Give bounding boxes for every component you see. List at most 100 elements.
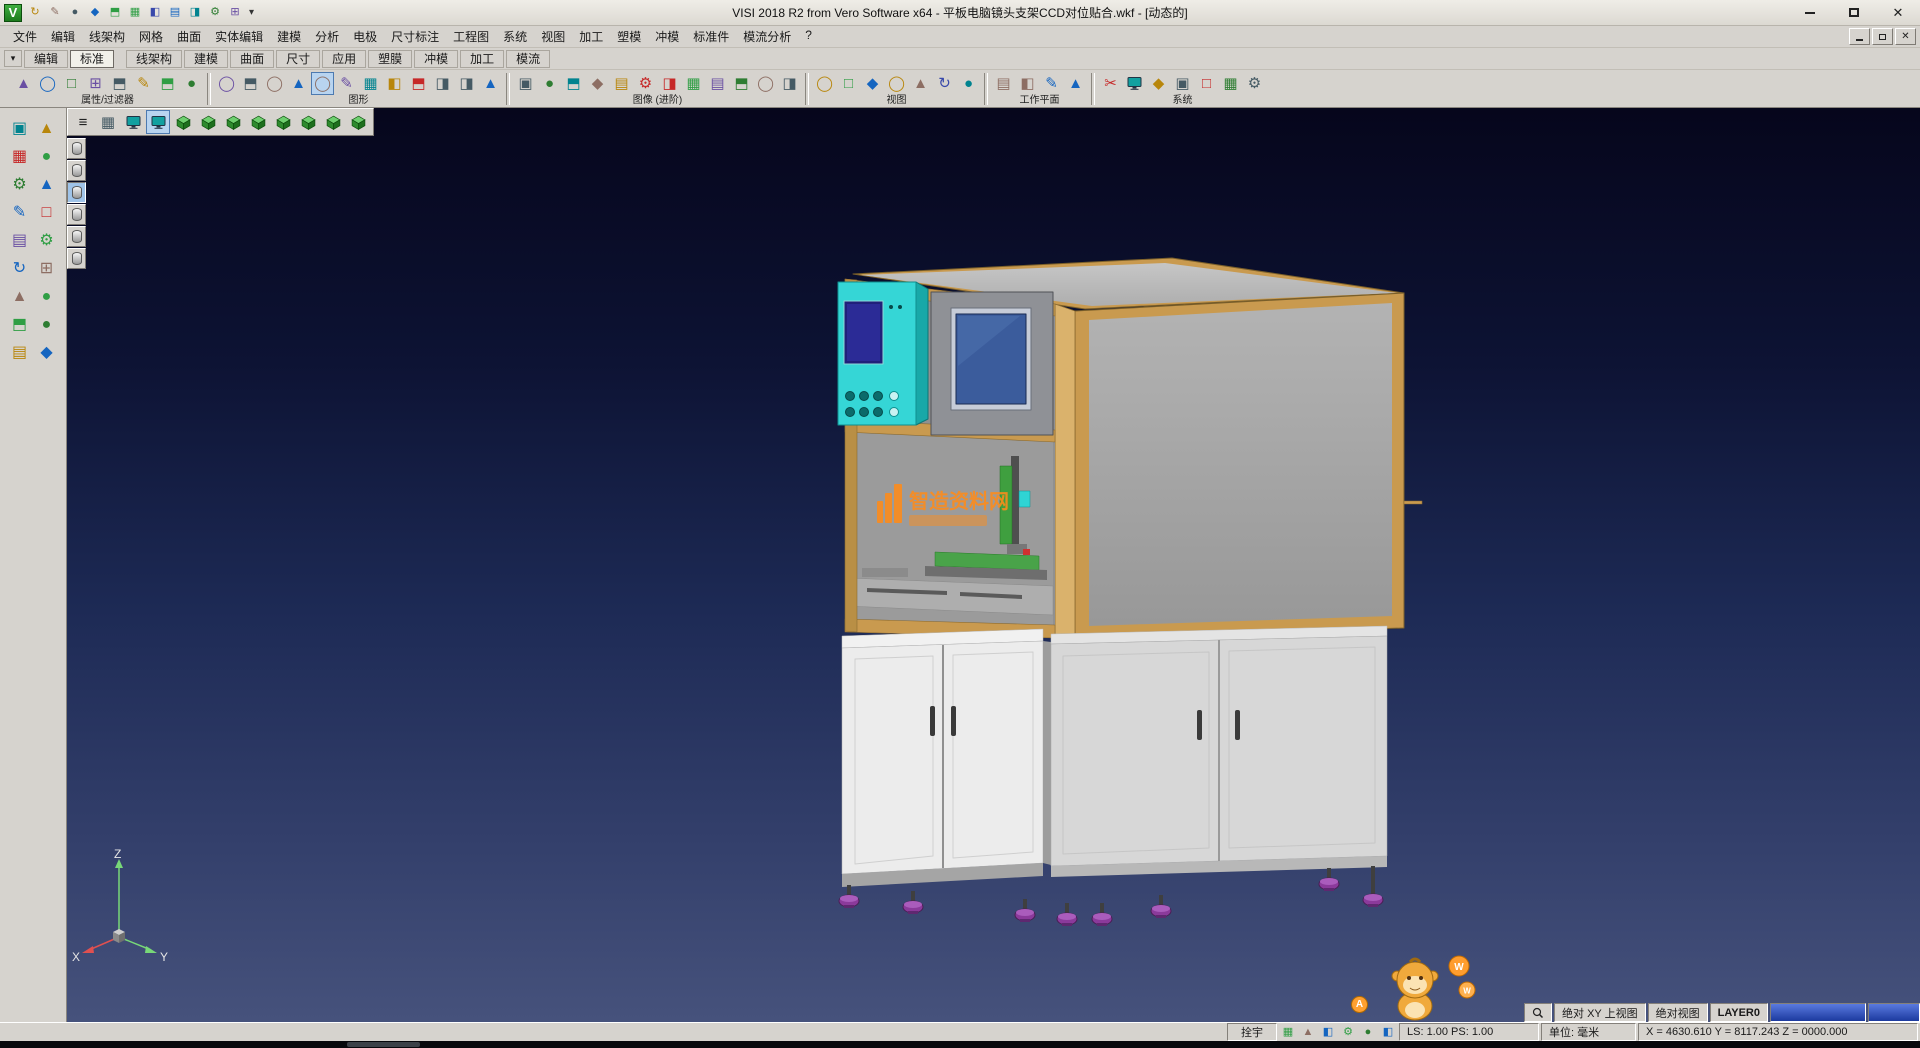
menu-item-网格[interactable]: 网格 [132,26,170,47]
menu-item-编辑[interactable]: 编辑 [44,26,82,47]
tab-模流[interactable]: 模流 [506,50,550,68]
solid-slot-4-icon[interactable] [67,204,86,225]
options-icon[interactable]: ⚙ [1243,72,1266,95]
rotate-view-icon[interactable]: ◯ [885,72,908,95]
menu-item-工程图[interactable]: 工程图 [446,26,496,47]
attributes-icon[interactable]: ◯ [36,72,59,95]
materials-icon[interactable]: ● [538,72,561,95]
copy-icon[interactable]: ◧ [146,4,164,22]
new-file-icon[interactable]: ↻ [26,4,44,22]
zoom-window-icon[interactable]: □ [837,72,860,95]
menu-item-标准件[interactable]: 标准件 [686,26,736,47]
pan-icon[interactable]: ◆ [861,72,884,95]
menu-item-文件[interactable]: 文件 [6,26,44,47]
undo-icon[interactable]: ◨ [186,4,204,22]
globe-icon[interactable]: ◆ [1147,72,1170,95]
gallery-icon[interactable]: ▦ [682,72,705,95]
menu-item-分析[interactable]: 分析 [308,26,346,47]
plane-icon[interactable]: ● [34,312,59,337]
workplane-3pt-icon[interactable]: ◧ [1016,72,1039,95]
viewport-3d[interactable]: 智造资料网 Z X Y [67,108,1920,1022]
menu-item-线架构[interactable]: 线架构 [82,26,132,47]
ghost-icon[interactable]: ✎ [335,72,358,95]
pick-grid-icon[interactable]: ▦ [1279,1025,1297,1040]
preview-icon[interactable]: ⬒ [106,4,124,22]
named-view-icon[interactable]: ↻ [933,72,956,95]
menu-item-塑模[interactable]: 塑模 [610,26,648,47]
highlight-icon[interactable]: ◨ [431,72,454,95]
unlink-elements-icon[interactable]: ⊞ [84,72,107,95]
translate-icon[interactable]: ⚙ [7,172,32,197]
solid-slot-1-icon[interactable] [67,138,86,159]
group-icon[interactable]: ✎ [132,72,155,95]
menu-item-建模[interactable]: 建模 [270,26,308,47]
open-file-icon[interactable]: ✎ [46,4,64,22]
grab-icon[interactable]: ● [34,284,59,309]
scale-icon[interactable]: □ [34,200,59,225]
ucs-icon[interactable]: ◧ [1379,1025,1397,1040]
cube-shaded-icon[interactable] [346,110,370,134]
tab-应用[interactable]: 应用 [322,50,366,68]
animation-icon[interactable]: ◨ [778,72,801,95]
help-2d-icon[interactable]: ⚙ [1339,1025,1357,1040]
menu-item-系统[interactable]: 系统 [496,26,534,47]
menu-item-实体编辑[interactable]: 实体编辑 [208,26,270,47]
filter-icon[interactable]: ⬒ [156,72,179,95]
lock-toggle[interactable]: 拴宇 [1227,1023,1277,1041]
hidden-line-icon[interactable]: ◯ [263,72,286,95]
exposure-icon[interactable]: ◯ [754,72,777,95]
quick-select-icon[interactable]: ● [180,72,203,95]
snapshot-icon[interactable]: ◨ [658,72,681,95]
link-elements-icon[interactable]: □ [60,72,83,95]
wireframe-icon[interactable]: ⬒ [239,72,262,95]
menu-item-?[interactable]: ? [798,26,819,47]
colors-icon[interactable]: ✂ [1099,72,1122,95]
match-properties-icon[interactable]: ▲ [12,72,35,95]
cube-top-icon[interactable] [196,110,220,134]
shaded-icon[interactable]: ◯ [311,72,334,95]
rotate-icon[interactable]: ▲ [34,172,59,197]
maximize-button[interactable] [1832,0,1876,25]
absolute-view-cell[interactable]: 绝对视图 [1648,1003,1708,1022]
gouraud-icon[interactable]: ▲ [287,72,310,95]
solid-slot-3-icon[interactable] [67,182,86,203]
taskbar-segment[interactable] [347,1042,420,1047]
print-icon[interactable]: ◆ [86,4,104,22]
tab-dropdown-button[interactable]: ▾ [4,50,22,67]
new-view-icon[interactable]: ▦ [96,110,120,134]
texture-brush-icon[interactable]: ⬒ [7,312,32,337]
cube-front-icon[interactable] [221,110,245,134]
layer-cell[interactable]: LAYER0 [1710,1003,1768,1022]
menu-item-冲模[interactable]: 冲模 [648,26,686,47]
offset-icon[interactable]: ▤ [7,228,32,253]
shadows-icon[interactable]: ▤ [610,72,633,95]
view-mode-cell[interactable]: 绝对 XY 上视图 [1554,1003,1646,1022]
layers-panel-icon[interactable]: ↻ [7,256,32,281]
reflections-icon[interactable]: ⬒ [730,72,753,95]
outline-icon[interactable]: ▦ [359,72,382,95]
background-icon[interactable]: ⚙ [634,72,657,95]
transparency-icon[interactable]: ⬒ [407,72,430,95]
workplane-face-icon[interactable]: ✎ [1040,72,1063,95]
settings-status-icon[interactable]: ● [1359,1025,1377,1040]
tab-塑膜[interactable]: 塑膜 [368,50,412,68]
cube-right-icon[interactable] [246,110,270,134]
grid-icon[interactable]: ▣ [1171,72,1194,95]
previous-view-icon[interactable]: ▲ [909,72,932,95]
measure-icon[interactable]: ⚙ [34,228,59,253]
redo-icon[interactable]: ⚙ [206,4,224,22]
tab-线架构[interactable]: 线架构 [126,50,182,68]
mirror-icon[interactable]: ✎ [7,200,32,225]
blank-icon[interactable]: ◨ [455,72,478,95]
palette-icon[interactable]: ▲ [7,284,32,309]
views-menu-icon[interactable]: ≡ [71,110,95,134]
render-icon[interactable]: ▣ [514,72,537,95]
mdi-minimize-button[interactable] [1849,28,1870,45]
layers-icon[interactable]: ▦ [1219,72,1242,95]
textures-icon[interactable]: ⬒ [562,72,585,95]
zoom-select-icon[interactable]: ▣ [7,116,32,141]
multi-monitor-icon[interactable] [146,110,170,134]
notes-icon[interactable]: ⊞ [34,256,59,281]
chain-select-icon[interactable]: ⬒ [108,72,131,95]
single-monitor-icon[interactable] [121,110,145,134]
